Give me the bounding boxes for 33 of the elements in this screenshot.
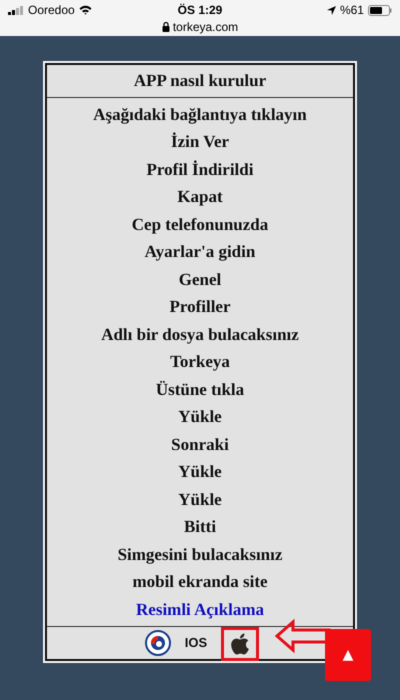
card-title: APP nasıl kurulur <box>47 65 353 98</box>
battery-percent: %61 <box>340 3 364 17</box>
clock-time: ÖS 1:29 <box>178 3 222 17</box>
ios-label: IOS <box>184 635 208 650</box>
step-text: Yükle <box>178 407 222 428</box>
url-text[interactable]: torkeya.com <box>172 20 238 34</box>
step-text: Sonraki <box>171 434 229 455</box>
step-text: mobil ekranda site <box>132 572 268 592</box>
carrier-name: Ooredoo <box>28 3 75 17</box>
step-text: Profil İndirildi <box>146 160 254 180</box>
step-text: Bitti <box>184 517 216 538</box>
step-text: Cep telefonunuzda <box>132 214 268 235</box>
pointer-arrow-icon <box>275 619 331 653</box>
step-text: İzin Ver <box>170 132 230 152</box>
step-text: Yükle <box>178 490 222 510</box>
step-text: Aşağıdaki bağlantıya tıklayın <box>93 104 307 125</box>
step-text: Kapat <box>177 187 223 208</box>
step-text: Yükle <box>178 462 222 482</box>
scroll-top-button[interactable]: ▲ <box>325 629 371 681</box>
step-text: Adlı bir dosya bulacaksınız <box>101 324 299 345</box>
step-text: Üstüne tıkla <box>156 380 244 400</box>
illustrated-guide-link[interactable]: Resimli Açıklama <box>136 600 264 620</box>
location-icon <box>326 6 336 14</box>
emblem-logo-icon[interactable] <box>144 630 171 656</box>
step-text: Genel <box>178 270 222 290</box>
lock-icon <box>162 22 170 32</box>
step-text: Simgesini bulacaksınız <box>118 544 282 565</box>
battery-icon <box>368 4 392 16</box>
step-text: Torkeya <box>170 352 230 372</box>
wifi-icon <box>78 5 92 15</box>
signal-icon <box>8 6 24 14</box>
step-text: Ayarlar'a gidin <box>144 242 256 262</box>
step-text: Profiller <box>169 297 231 318</box>
